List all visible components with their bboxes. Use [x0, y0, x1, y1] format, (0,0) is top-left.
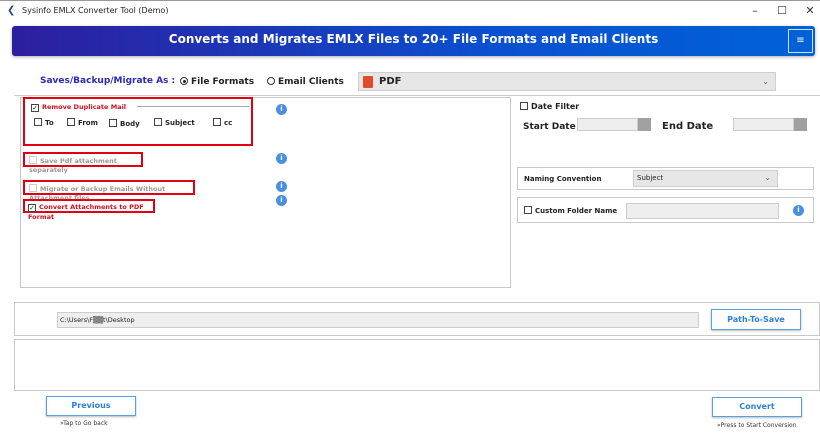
- format-value: PDF: [379, 76, 402, 87]
- close-button[interactable]: ✕: [800, 4, 820, 17]
- checkbox-label: Custom Folder Name: [535, 207, 618, 215]
- dup-subject-checkbox[interactable]: Subject: [154, 118, 195, 127]
- radio-file-formats[interactable]: File Formats: [180, 77, 254, 87]
- migrate-without-attach-checkbox[interactable]: Migrate or Backup Emails Without Attachm…: [23, 180, 195, 202]
- naming-convention-box: Naming Convention Subject ⌄: [517, 167, 814, 190]
- info-icon[interactable]: i: [276, 104, 287, 115]
- path-input[interactable]: C:\Users\F▒▒t\Desktop: [57, 312, 699, 328]
- chevron-down-icon: ⌄: [764, 173, 771, 182]
- checkbox-label: Date Filter: [531, 102, 580, 111]
- save-pdf-attach-checkbox[interactable]: Save Pdf attachment separately: [23, 152, 143, 174]
- duplicate-group: ✓ Remove Duplicate Mail To From Body Subj…: [23, 97, 253, 146]
- checkbox-label: Subject: [165, 119, 195, 127]
- check-icon: ✓: [31, 104, 39, 112]
- naming-select[interactable]: Subject ⌄: [633, 170, 778, 187]
- checkbox-label: cc: [224, 119, 233, 127]
- dup-cc-checkbox[interactable]: cc: [213, 118, 232, 127]
- radio-label: Email Clients: [278, 77, 344, 87]
- convert-button[interactable]: Convert: [712, 397, 802, 417]
- custom-folder-input[interactable]: [626, 203, 779, 219]
- previous-button[interactable]: Previous: [46, 396, 136, 416]
- radio-unchecked-icon: [267, 77, 275, 85]
- minimize-button[interactable]: –: [745, 4, 765, 17]
- checkbox-label: Save Pdf attachment separately: [29, 157, 117, 174]
- log-box: [14, 339, 820, 391]
- start-date-input[interactable]: [577, 118, 638, 131]
- window-title: Sysinfo EMLX Converter Tool (Demo): [22, 6, 169, 15]
- checkbox-label: Convert Attachments to PDF Format: [28, 203, 144, 221]
- format-select[interactable]: PDF ⌄: [358, 72, 776, 91]
- end-date-input[interactable]: [733, 118, 794, 131]
- path-to-save-button[interactable]: Path-To-Save: [711, 309, 801, 330]
- info-icon[interactable]: i: [276, 181, 287, 192]
- divider: [14, 95, 820, 96]
- naming-label: Naming Convention: [524, 175, 602, 183]
- chevron-down-icon: ⌄: [762, 77, 769, 86]
- custom-folder-checkbox[interactable]: Custom Folder Name: [524, 206, 617, 215]
- save-as-label: Saves/Backup/Migrate As :: [40, 76, 176, 86]
- info-icon[interactable]: i: [276, 153, 287, 164]
- group-line: [137, 106, 249, 107]
- app-logo-icon: ❮: [7, 5, 16, 16]
- title-bar: ❮ Sysinfo EMLX Converter Tool (Demo) – ☐…: [0, 0, 820, 22]
- checkbox-label: Remove Duplicate Mail: [42, 103, 127, 111]
- radio-email-clients[interactable]: Email Clients: [267, 77, 344, 87]
- previous-hint: »Tap to Go back: [60, 420, 108, 427]
- info-icon[interactable]: i: [276, 195, 287, 206]
- dup-body-checkbox[interactable]: Body: [109, 119, 140, 128]
- checkbox-label: From: [78, 119, 98, 127]
- check-icon: ✓: [28, 204, 36, 212]
- custom-folder-box: Custom Folder Name i: [517, 197, 814, 223]
- info-icon[interactable]: i: [793, 205, 804, 216]
- remove-duplicate-checkbox[interactable]: ✓ Remove Duplicate Mail: [31, 102, 126, 112]
- banner-title: Converts and Migrates EMLX Files to 20+ …: [168, 32, 659, 46]
- start-date-label: Start Date: [523, 122, 576, 132]
- end-date-label: End Date: [662, 121, 714, 132]
- checkbox-label: Body: [120, 120, 140, 128]
- dup-from-checkbox[interactable]: From: [67, 118, 98, 127]
- path-box: C:\Users\F▒▒t\Desktop Path-To-Save: [14, 302, 820, 336]
- convert-attach-pdf-checkbox[interactable]: ✓ Convert Attachments to PDF Format: [23, 199, 155, 221]
- pdf-icon: [363, 76, 373, 88]
- dup-to-checkbox[interactable]: To: [34, 118, 54, 127]
- maximize-button[interactable]: ☐: [772, 4, 792, 17]
- checkbox-label: To: [45, 119, 54, 127]
- calendar-button[interactable]: [794, 118, 807, 131]
- radio-label: File Formats: [191, 77, 255, 87]
- radio-checked-icon: [180, 77, 188, 85]
- naming-value: Subject: [637, 174, 664, 182]
- path-value: C:\Users\F▒▒t\Desktop: [60, 316, 135, 324]
- header-banner: Converts and Migrates EMLX Files to 20+ …: [12, 26, 815, 56]
- menu-button[interactable]: ≡: [788, 29, 813, 53]
- calendar-button[interactable]: [638, 118, 651, 131]
- convert-hint: »Press to Start Conversion: [717, 422, 797, 429]
- date-filter-checkbox[interactable]: Date Filter: [520, 102, 579, 111]
